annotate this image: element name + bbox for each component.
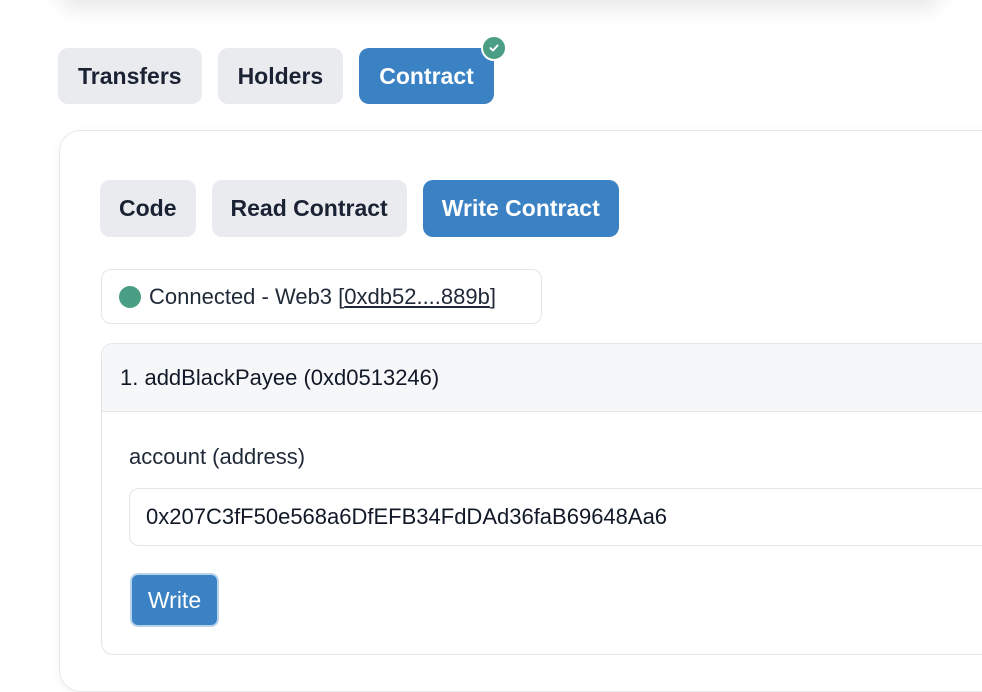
- address-bracket-close: ]: [489, 283, 496, 309]
- tab-write-contract[interactable]: Write Contract: [422, 180, 619, 237]
- contract-sub-tabs: Code Read Contract Write Contract: [100, 180, 619, 237]
- tab-transfers[interactable]: Transfers: [58, 48, 202, 104]
- connected-address-link[interactable]: 0xdb52....889b: [344, 284, 490, 310]
- function-panel: 1. addBlackPayee (0xd0513246) account (a…: [101, 343, 982, 655]
- check-circle-icon: [480, 35, 507, 61]
- param-label: account (address): [129, 444, 306, 469]
- tab-read-contract[interactable]: Read Contract: [211, 180, 407, 237]
- main-tabs: Transfers Holders Contract: [58, 35, 507, 104]
- connection-status-text: Connected - Web3: [149, 283, 339, 309]
- account-address-input[interactable]: [129, 488, 982, 546]
- tab-contract[interactable]: Contract: [359, 35, 507, 104]
- tab-contract-label: Contract: [379, 62, 474, 89]
- write-button[interactable]: Write: [130, 573, 219, 627]
- tab-code[interactable]: Code: [100, 180, 196, 237]
- function-header[interactable]: 1. addBlackPayee (0xd0513246): [102, 344, 982, 412]
- tab-holders[interactable]: Holders: [217, 48, 344, 104]
- function-title: 1. addBlackPayee (0xd0513246): [120, 364, 440, 390]
- status-dot-icon: [119, 285, 141, 308]
- web3-connection-status: Connected - Web3 [ 0xdb52....889b ]: [101, 269, 542, 324]
